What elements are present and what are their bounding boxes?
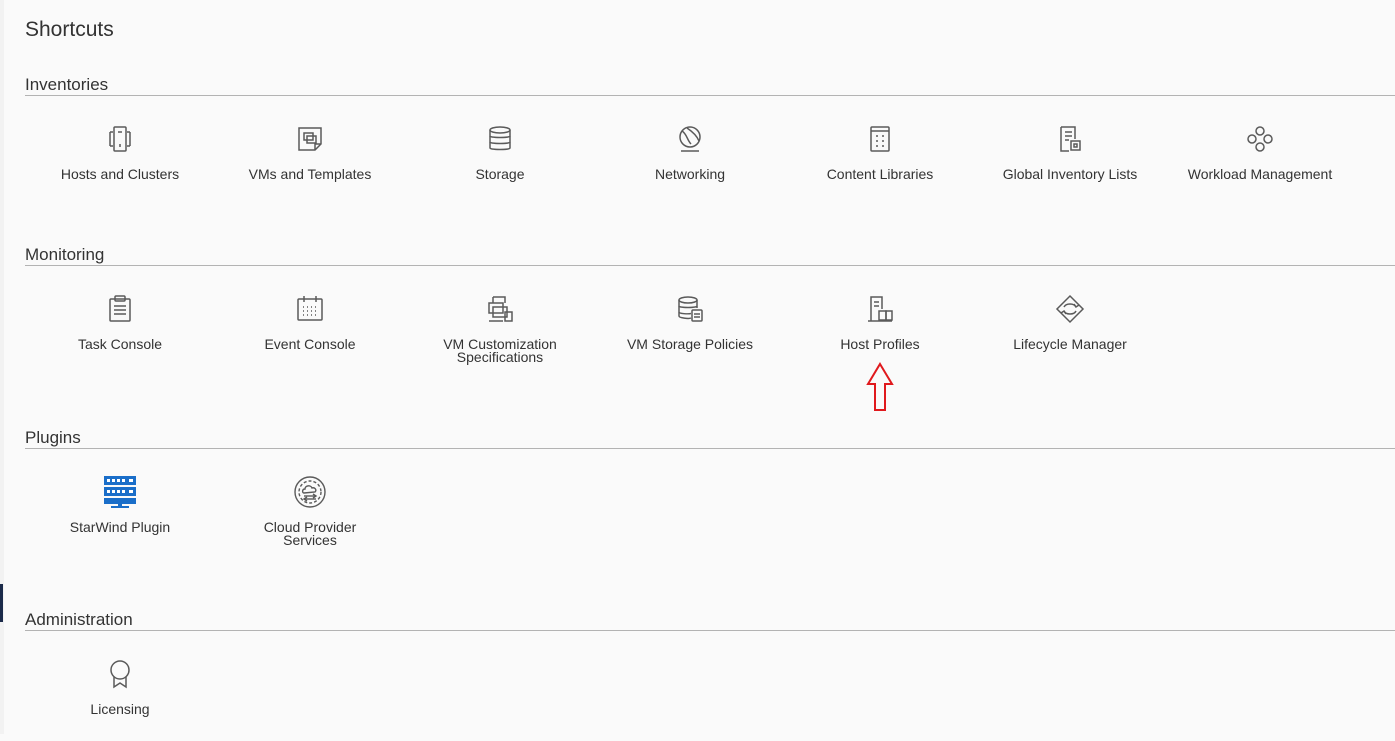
shortcut-label: Licensing — [90, 701, 150, 717]
section-header: Monitoring — [25, 245, 1395, 266]
host-profiles-icon — [865, 294, 895, 324]
global-inventory-icon — [1055, 124, 1085, 154]
shortcut-global-inventory-lists[interactable]: Global Inventory Lists — [975, 96, 1165, 196]
licensing-icon — [105, 659, 135, 689]
shortcut-vm-customization-specifications[interactable]: VM Customization Specifications — [405, 266, 595, 366]
section-plugins: Plugins StarWind Plugin Cloud Provider S… — [25, 428, 1395, 559]
shortcut-cloud-provider-services[interactable]: Cloud Provider Services — [215, 449, 405, 549]
vms-templates-icon — [295, 124, 325, 154]
shortcut-label: Lifecycle Manager — [1013, 336, 1127, 352]
shortcut-label: Task Console — [77, 336, 163, 352]
shortcut-workload-management[interactable]: Workload Management — [1165, 96, 1355, 196]
section-monitoring: Monitoring Task Console Event Console VM… — [25, 245, 1395, 376]
shortcut-label: VMs and Templates — [248, 166, 372, 182]
shortcut-label: Event Console — [264, 336, 356, 352]
shortcut-label: StarWind Plugin — [69, 519, 171, 535]
shortcut-licensing[interactable]: Licensing — [25, 631, 215, 731]
shortcut-networking[interactable]: Networking — [595, 96, 785, 196]
shortcut-hosts-and-clusters[interactable]: Hosts and Clusters — [25, 96, 215, 196]
nav-collapse-handle[interactable] — [0, 584, 3, 622]
shortcut-vms-and-templates[interactable]: VMs and Templates — [215, 96, 405, 196]
vm-customization-icon — [485, 294, 515, 324]
task-console-icon — [105, 294, 135, 324]
shortcut-storage[interactable]: Storage — [405, 96, 595, 196]
cloud-provider-icon — [293, 475, 327, 508]
shortcut-task-console[interactable]: Task Console — [25, 266, 215, 366]
section-administration: Administration Licensing — [25, 610, 1395, 741]
content-libraries-icon — [865, 124, 895, 154]
shortcut-event-console[interactable]: Event Console — [215, 266, 405, 366]
shortcut-label: Storage — [475, 166, 525, 182]
shortcut-label: Hosts and Clusters — [60, 166, 180, 182]
section-header: Inventories — [25, 75, 1395, 96]
starwind-plugin-icon — [103, 474, 137, 508]
page-title: Shortcuts — [25, 18, 114, 41]
shortcut-label: Host Profiles — [840, 336, 920, 352]
left-edge — [0, 0, 4, 734]
section-inventories: Inventories Hosts and Clusters VMs and T — [25, 75, 1395, 206]
section-header: Plugins — [25, 428, 1395, 449]
storage-icon — [485, 124, 515, 154]
shortcut-label: VM Storage Policies — [626, 336, 754, 352]
vm-storage-policies-icon — [675, 294, 705, 324]
event-console-icon — [295, 294, 325, 324]
shortcut-label: Networking — [654, 166, 726, 182]
shortcut-starwind-plugin[interactable]: StarWind Plugin — [25, 449, 215, 549]
shortcut-content-libraries[interactable]: Content Libraries — [785, 96, 975, 196]
shortcut-vm-storage-policies[interactable]: VM Storage Policies — [595, 266, 785, 366]
shortcut-host-profiles[interactable]: Host Profiles — [785, 266, 975, 366]
shortcut-label: VM Customization Specifications — [443, 336, 557, 365]
hosts-clusters-icon — [105, 124, 135, 154]
lifecycle-manager-icon — [1055, 294, 1085, 324]
section-header: Administration — [25, 610, 1395, 631]
shortcut-lifecycle-manager[interactable]: Lifecycle Manager — [975, 266, 1165, 366]
workload-management-icon — [1245, 124, 1275, 154]
shortcut-label: Cloud Provider Services — [263, 519, 357, 548]
shortcut-label: Global Inventory Lists — [1002, 166, 1138, 182]
annotation-arrow-icon — [866, 362, 894, 411]
shortcut-label: Content Libraries — [826, 166, 934, 182]
networking-icon — [675, 124, 705, 154]
shortcut-label: Workload Management — [1187, 166, 1333, 182]
